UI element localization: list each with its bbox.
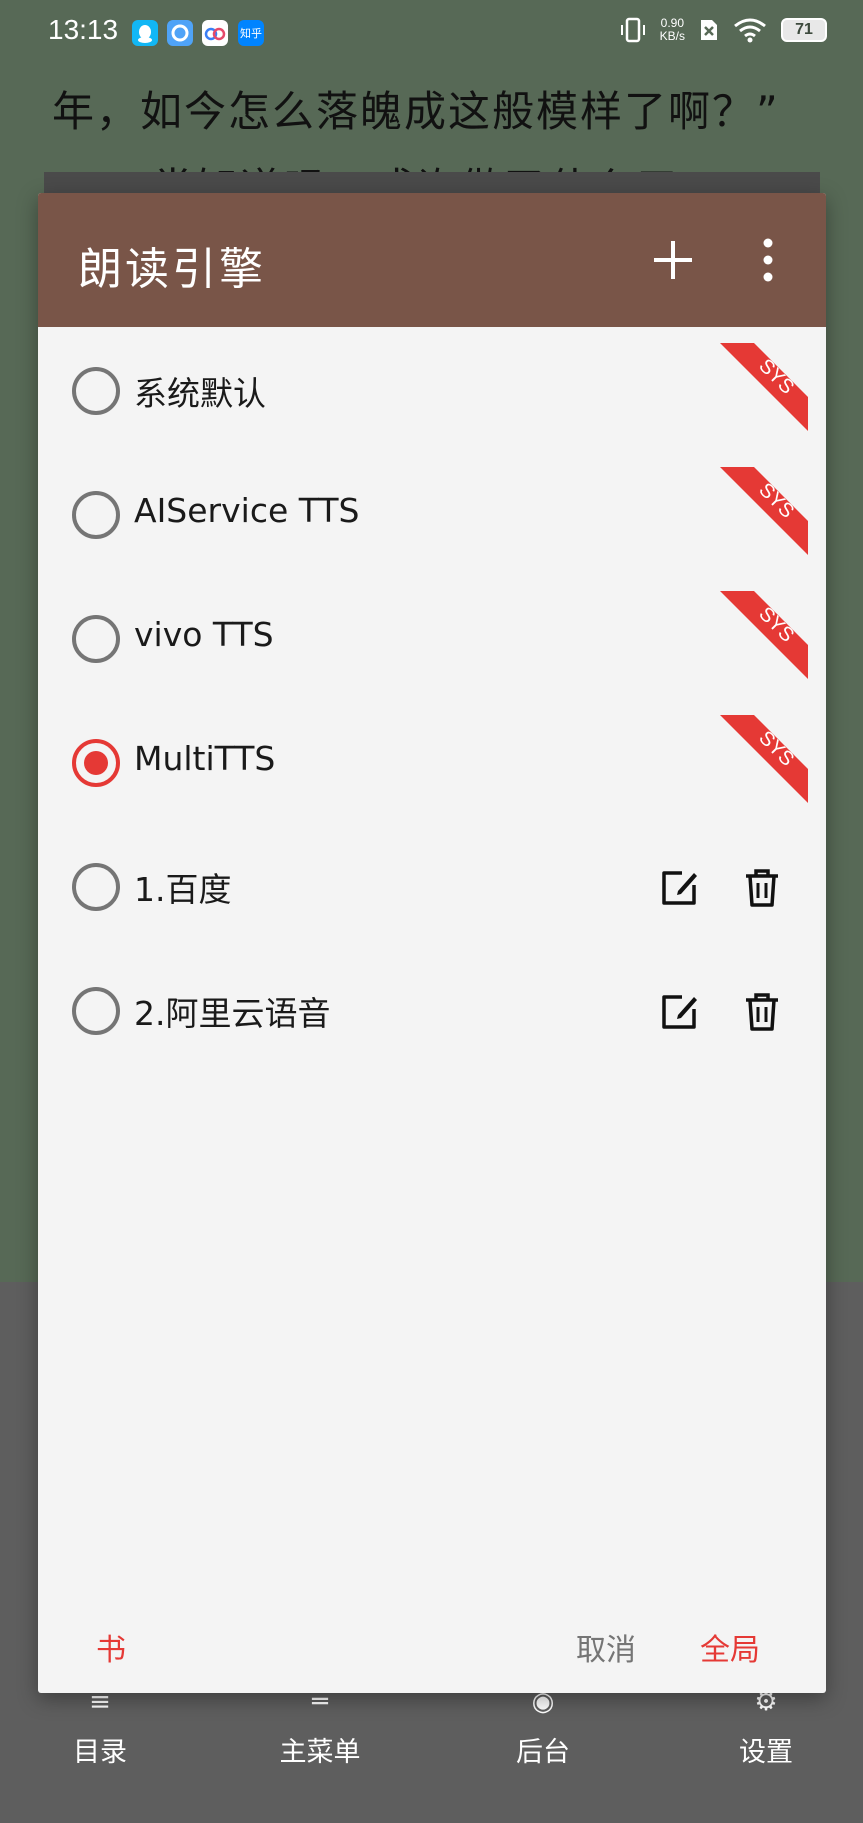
add-icon[interactable]	[648, 235, 698, 285]
engine-row-aiservice[interactable]: AIService TTS SYS	[38, 451, 826, 575]
tts-engine-dialog: 朗读引擎 系统默认 SYS AIService TTS SYS vivo TTS	[38, 193, 826, 1693]
dialog-title: 朗读引擎	[78, 244, 266, 295]
delete-icon[interactable]	[742, 867, 782, 909]
net-speed-unit: KB/s	[659, 29, 685, 43]
engine-row-baidu[interactable]: 1.百度	[38, 823, 826, 947]
browser-icon	[167, 20, 193, 46]
bottom-item-label: 后台	[516, 1737, 570, 1768]
engine-row-system-default[interactable]: 系统默认 SYS	[38, 327, 826, 451]
dialog-header: 朗读引擎	[38, 193, 826, 327]
engine-row-vivo[interactable]: vivo TTS SYS	[38, 575, 826, 699]
vibrate-icon	[620, 17, 645, 43]
delete-icon[interactable]	[742, 991, 782, 1033]
engine-row-multitts[interactable]: MultiTTS SYS	[38, 699, 826, 823]
menu-icon: ═	[312, 1687, 328, 1717]
zhihu-icon: 知乎	[238, 20, 264, 46]
bottom-item-background[interactable]: ◉ 后台	[473, 1687, 613, 1769]
sys-badge: SYS	[720, 715, 808, 803]
catalog-icon: ≡	[89, 1687, 111, 1717]
edit-icon[interactable]	[658, 991, 700, 1033]
edit-icon[interactable]	[658, 867, 700, 909]
bottom-item-label: 设置	[739, 1737, 793, 1768]
engine-label: vivo TTS	[134, 615, 274, 654]
radio-button[interactable]	[72, 367, 120, 415]
dialog-footer: 书 取消 全局	[38, 1603, 826, 1693]
bottom-item-main-menu[interactable]: ═ 主菜单	[250, 1687, 390, 1769]
radio-button-checked[interactable]	[72, 739, 120, 787]
no-sim-icon	[701, 20, 717, 40]
qq-icon	[132, 20, 158, 46]
status-bar: 13:13 知乎 0.90 KB/s 71	[0, 0, 863, 68]
radio-button[interactable]	[72, 987, 120, 1035]
bottom-item-label: 主菜单	[279, 1737, 361, 1768]
engine-label: 2.阿里云语音	[134, 994, 331, 1033]
baidu-netdisk-icon	[202, 20, 228, 46]
bottom-item-label: 目录	[73, 1737, 127, 1768]
status-time: 13:13	[48, 14, 119, 45]
radio-button[interactable]	[72, 863, 120, 911]
bottom-item-catalog[interactable]: ≡ 目录	[30, 1687, 170, 1769]
engine-label: 系统默认	[134, 374, 266, 413]
wifi-icon	[734, 18, 766, 43]
radio-button[interactable]	[72, 491, 120, 539]
sys-badge: SYS	[720, 343, 808, 431]
more-vert-icon[interactable]	[758, 235, 778, 285]
net-speed: 0.90 KB/s	[660, 17, 685, 43]
engine-label: MultiTTS	[134, 739, 276, 778]
battery-indicator: 71	[781, 18, 827, 42]
global-button[interactable]: 全局	[700, 1625, 760, 1669]
gear-icon: ⚙	[754, 1687, 778, 1717]
radio-button[interactable]	[72, 615, 120, 663]
background-icon: ◉	[531, 1687, 555, 1717]
sys-badge: SYS	[720, 591, 808, 679]
sys-badge: SYS	[720, 467, 808, 555]
bottom-item-settings[interactable]: ⚙ 设置	[696, 1687, 836, 1769]
engine-row-aliyun[interactable]: 2.阿里云语音	[38, 947, 826, 1071]
engine-label: 1.百度	[134, 870, 232, 909]
book-button[interactable]: 书	[96, 1625, 126, 1669]
cancel-button[interactable]: 取消	[576, 1625, 636, 1669]
reader-text-line: 年，如今怎么落魄成这般模样了啊？”	[52, 87, 780, 136]
status-right-group: 0.90 KB/s 71	[620, 16, 827, 44]
engine-label: AIService TTS	[134, 491, 360, 530]
